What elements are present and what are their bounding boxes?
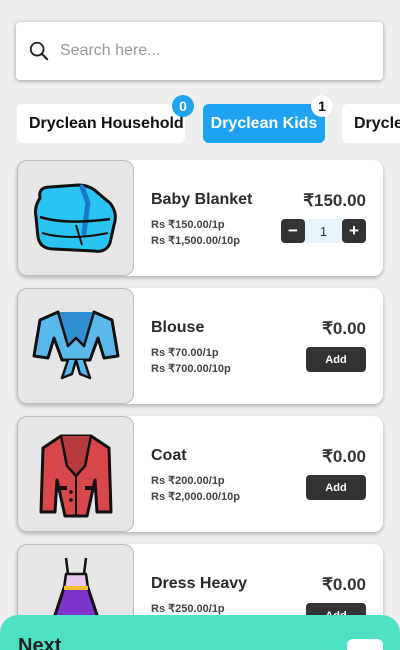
quantity-value: 1 [305, 219, 342, 243]
add-button[interactable]: Add [306, 475, 366, 500]
product-rate-single: Rs ₹250.00/1p [151, 603, 225, 615]
product-name: Coat [151, 447, 187, 464]
tab-dryclean-household[interactable]: Dryclean Household [17, 104, 185, 143]
product-rate-bulk: Rs ₹700.00/10p [151, 363, 231, 375]
product-card[interactable]: Coat Rs ₹200.00/1p Rs ₹2,000.00/10p ₹0.0… [17, 416, 383, 532]
blouse-icon [32, 310, 119, 380]
tab-dryclean-kids[interactable]: Dryclean Kids [203, 104, 325, 143]
product-rate-single: Rs ₹150.00/1p [151, 219, 225, 231]
tab-count-badge: 1 [311, 95, 333, 117]
category-tabs: Dryclean Household 0 Dryclean Kids 1 Dry… [0, 95, 400, 151]
product-list: Baby Blanket Rs ₹150.00/1p Rs ₹1,500.00/… [0, 160, 400, 615]
add-button[interactable]: Add [306, 347, 366, 372]
search-input[interactable] [60, 42, 350, 60]
blanket-icon [33, 183, 117, 253]
product-rate-single: Rs ₹70.00/1p [151, 347, 219, 359]
dress-icon [52, 557, 99, 615]
coat-icon [39, 434, 112, 518]
product-image [17, 160, 134, 276]
decrement-button[interactable]: − [281, 219, 305, 243]
product-name: Dress Heavy [151, 575, 248, 592]
product-card[interactable]: Baby Blanket Rs ₹150.00/1p Rs ₹1,500.00/… [17, 160, 383, 276]
product-price: ₹0.00 [322, 575, 366, 594]
product-image [17, 416, 134, 532]
product-price: ₹0.00 [322, 447, 366, 466]
product-name: Baby Blanket [151, 191, 253, 208]
product-image [17, 288, 134, 404]
product-image [17, 544, 134, 615]
add-button[interactable]: Add [306, 603, 366, 615]
product-card[interactable]: Blouse Rs ₹70.00/1p Rs ₹700.00/10p ₹0.00… [17, 288, 383, 404]
next-bar[interactable]: Next [0, 615, 400, 650]
tab-label: Dryclean Household [29, 114, 184, 132]
tab-label: Dryclean Kids [210, 114, 318, 132]
quantity-stepper: − 1 + [281, 219, 366, 244]
tab-label: Dryclean [354, 114, 400, 132]
tab-dryclean[interactable]: Dryclean [342, 104, 400, 143]
next-label: Next [18, 635, 62, 650]
product-name: Blouse [151, 319, 205, 336]
product-card[interactable]: Dress Heavy Rs ₹250.00/1p ₹0.00 Add [17, 544, 383, 615]
product-rate-single: Rs ₹200.00/1p [151, 475, 225, 487]
product-rate-bulk: Rs ₹1,500.00/10p [151, 235, 240, 247]
product-price: ₹150.00 [303, 191, 366, 210]
next-button[interactable] [347, 639, 383, 650]
search-icon [29, 41, 49, 61]
product-price: ₹0.00 [322, 319, 366, 338]
search-bar[interactable] [16, 22, 383, 80]
product-rate-bulk: Rs ₹2,000.00/10p [151, 491, 240, 503]
tab-count-badge: 0 [172, 95, 194, 117]
increment-button[interactable]: + [342, 219, 366, 243]
